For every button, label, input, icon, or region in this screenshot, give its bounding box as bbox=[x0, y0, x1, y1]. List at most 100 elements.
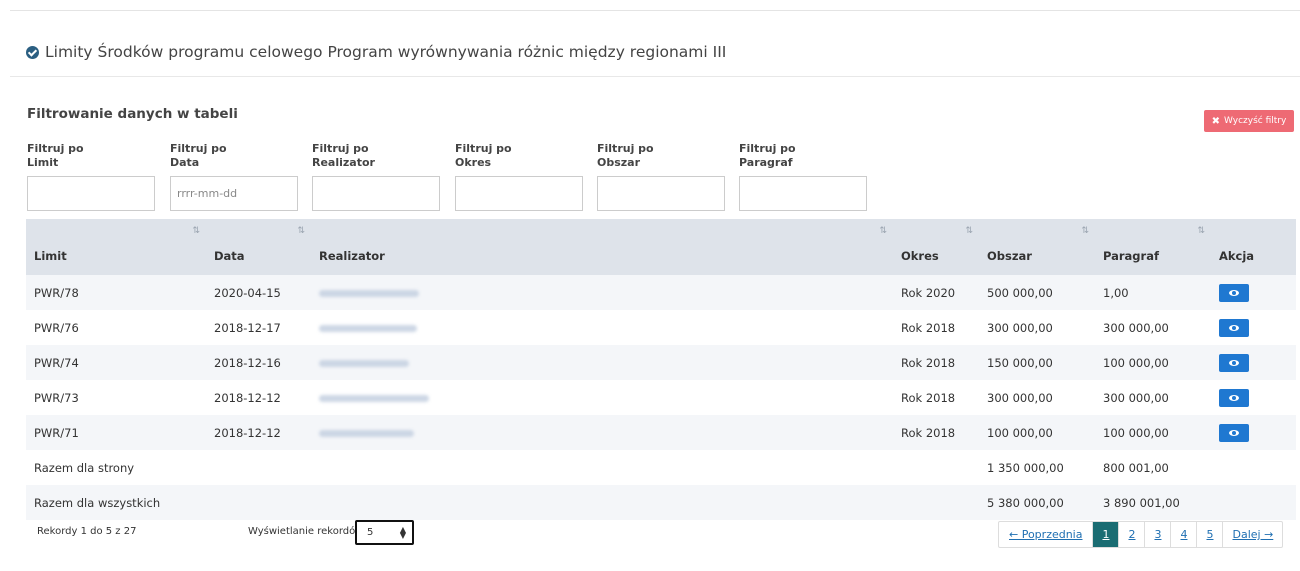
filter-limit-input[interactable] bbox=[27, 176, 155, 211]
redacted-text bbox=[319, 324, 417, 332]
totals-page-empty bbox=[1211, 450, 1296, 485]
pagination-page-1[interactable]: 1 bbox=[1092, 522, 1119, 547]
cell-limit: PWR/73 bbox=[34, 390, 79, 405]
cell-limit: PWR/71 bbox=[34, 425, 79, 440]
cell-limit: PWR/76 bbox=[34, 320, 79, 335]
filter-data: Filtruj po Data bbox=[170, 142, 298, 211]
table-row: PWR/71 2018-12-12 Rok 2018 100 000,00 10… bbox=[26, 415, 1296, 450]
table-row: PWR/76 2018-12-17 Rok 2018 300 000,00 30… bbox=[26, 310, 1296, 345]
cell-obszar: 500 000,00 bbox=[987, 285, 1053, 300]
clear-filters-button[interactable]: ✖ Wyczyść filtry bbox=[1204, 110, 1294, 132]
view-button[interactable] bbox=[1219, 388, 1249, 407]
redacted-text bbox=[319, 429, 414, 437]
cell-okres: Rok 2018 bbox=[901, 355, 956, 370]
sort-icon[interactable]: ⇅ bbox=[1197, 226, 1205, 236]
filter-obszar-label: Filtruj po Obszar bbox=[597, 142, 654, 169]
top-divider bbox=[10, 10, 1300, 11]
pagination-page-4[interactable]: 4 bbox=[1170, 522, 1196, 547]
table-header-row: Limit ⇅ Data ⇅ Realizator ⇅ Okres ⇅ Obszar ⇅ … bbox=[26, 219, 1296, 275]
cell-okres: Rok 2018 bbox=[901, 425, 956, 440]
column-header-paragraf[interactable]: Paragraf ⇅ bbox=[1095, 219, 1211, 275]
cell-akcja bbox=[1211, 275, 1296, 310]
sort-icon[interactable]: ⇅ bbox=[879, 226, 887, 236]
filter-limit-label: Filtruj po Limit bbox=[27, 142, 84, 169]
cell-obszar: 100 000,00 bbox=[987, 425, 1053, 440]
sort-icon[interactable]: ⇅ bbox=[965, 226, 973, 236]
column-header-limit[interactable]: Limit ⇅ bbox=[26, 219, 206, 275]
cell-akcja bbox=[1211, 415, 1296, 450]
cell-obszar: 300 000,00 bbox=[987, 320, 1053, 335]
sort-icon[interactable]: ⇅ bbox=[192, 226, 200, 236]
redacted-text bbox=[319, 289, 419, 297]
pagination-next[interactable]: Dalej → bbox=[1222, 522, 1282, 547]
check-circle-icon bbox=[26, 45, 39, 59]
cell-realizator-redacted bbox=[311, 275, 893, 310]
page-title-row: Limity Środków programu celowego Program… bbox=[26, 43, 726, 61]
filter-paragraf: Filtruj po Paragraf bbox=[739, 142, 867, 211]
filter-okres-input[interactable] bbox=[455, 176, 583, 211]
column-header-okres[interactable]: Okres ⇅ bbox=[893, 219, 979, 275]
view-button[interactable] bbox=[1219, 318, 1249, 337]
page-frame: Limity Środków programu celowego Program… bbox=[0, 0, 1300, 571]
cell-realizator-redacted bbox=[311, 310, 893, 345]
totals-row-all: Razem dla wszystkich 5 380 000,00 3 890 … bbox=[26, 485, 1296, 520]
updown-arrows-icon: ▲ ▼ bbox=[399, 524, 406, 540]
filter-obszar-input[interactable] bbox=[597, 176, 725, 211]
filter-okres: Filtruj po Okres bbox=[455, 142, 583, 211]
cell-obszar: 300 000,00 bbox=[987, 390, 1053, 405]
totals-all-paragraf: 3 890 001,00 bbox=[1103, 495, 1180, 510]
filter-okres-label: Filtruj po Okres bbox=[455, 142, 512, 169]
pagination-prev[interactable]: ← Poprzednia bbox=[999, 522, 1092, 547]
pagination-page-2[interactable]: 2 bbox=[1118, 522, 1144, 547]
page-size-value: 5 bbox=[367, 527, 374, 538]
column-header-data[interactable]: Data ⇅ bbox=[206, 219, 311, 275]
cell-data: 2018-12-17 bbox=[214, 320, 281, 335]
cell-data: 2018-12-12 bbox=[214, 425, 281, 440]
cell-paragraf: 1,00 bbox=[1103, 285, 1129, 300]
view-button[interactable] bbox=[1219, 353, 1249, 372]
filter-data-label: Filtruj po Data bbox=[170, 142, 227, 169]
redacted-text bbox=[319, 394, 429, 402]
column-header-okres-label: Okres bbox=[901, 249, 939, 263]
column-header-limit-label: Limit bbox=[34, 249, 67, 263]
cell-akcja bbox=[1211, 310, 1296, 345]
page-size-label: Wyświetlanie rekordów bbox=[248, 526, 364, 537]
cell-limit: PWR/78 bbox=[34, 285, 79, 300]
column-header-realizator[interactable]: Realizator ⇅ bbox=[311, 219, 893, 275]
cell-data: 2020-04-15 bbox=[214, 285, 281, 300]
clear-filters-label: Wyczyść filtry bbox=[1224, 116, 1287, 126]
page-title: Limity Środków programu celowego Program… bbox=[45, 43, 727, 61]
eye-icon bbox=[1229, 324, 1239, 331]
filter-data-input[interactable] bbox=[170, 176, 298, 211]
column-header-obszar-label: Obszar bbox=[987, 249, 1032, 263]
totals-row-page: Razem dla strony 1 350 000,00 800 001,00 bbox=[26, 450, 1296, 485]
eye-icon bbox=[1229, 429, 1239, 436]
filter-heading: Filtrowanie danych w tabeli bbox=[27, 106, 238, 122]
cell-akcja bbox=[1211, 380, 1296, 415]
column-header-obszar[interactable]: Obszar ⇅ bbox=[979, 219, 1095, 275]
table-row: PWR/74 2018-12-16 Rok 2018 150 000,00 10… bbox=[26, 345, 1296, 380]
table-row: PWR/78 2020-04-15 Rok 2020 500 000,00 1,… bbox=[26, 275, 1296, 310]
sort-icon[interactable]: ⇅ bbox=[1081, 226, 1089, 236]
cell-limit: PWR/74 bbox=[34, 355, 79, 370]
filter-realizator: Filtruj po Realizator bbox=[312, 142, 440, 211]
totals-all-label: Razem dla wszystkich bbox=[34, 495, 161, 510]
filter-realizator-input[interactable] bbox=[312, 176, 440, 211]
redacted-text bbox=[319, 359, 409, 367]
pagination-page-3[interactable]: 3 bbox=[1144, 522, 1170, 547]
cell-obszar: 150 000,00 bbox=[987, 355, 1053, 370]
cell-paragraf: 300 000,00 bbox=[1103, 390, 1169, 405]
cell-data: 2018-12-12 bbox=[214, 390, 281, 405]
table-row: PWR/73 2018-12-12 Rok 2018 300 000,00 30… bbox=[26, 380, 1296, 415]
filter-obszar: Filtruj po Obszar bbox=[597, 142, 725, 211]
eye-icon bbox=[1229, 394, 1239, 401]
filter-limit: Filtruj po Limit bbox=[27, 142, 155, 211]
sort-icon[interactable]: ⇅ bbox=[297, 226, 305, 236]
cell-paragraf: 100 000,00 bbox=[1103, 425, 1169, 440]
totals-page-label: Razem dla strony bbox=[34, 460, 135, 475]
filter-paragraf-input[interactable] bbox=[739, 176, 867, 211]
view-button[interactable] bbox=[1219, 283, 1249, 302]
pagination-page-5[interactable]: 5 bbox=[1196, 522, 1222, 547]
page-size-select[interactable]: 5 ▲ ▼ bbox=[355, 520, 414, 545]
view-button[interactable] bbox=[1219, 423, 1249, 442]
